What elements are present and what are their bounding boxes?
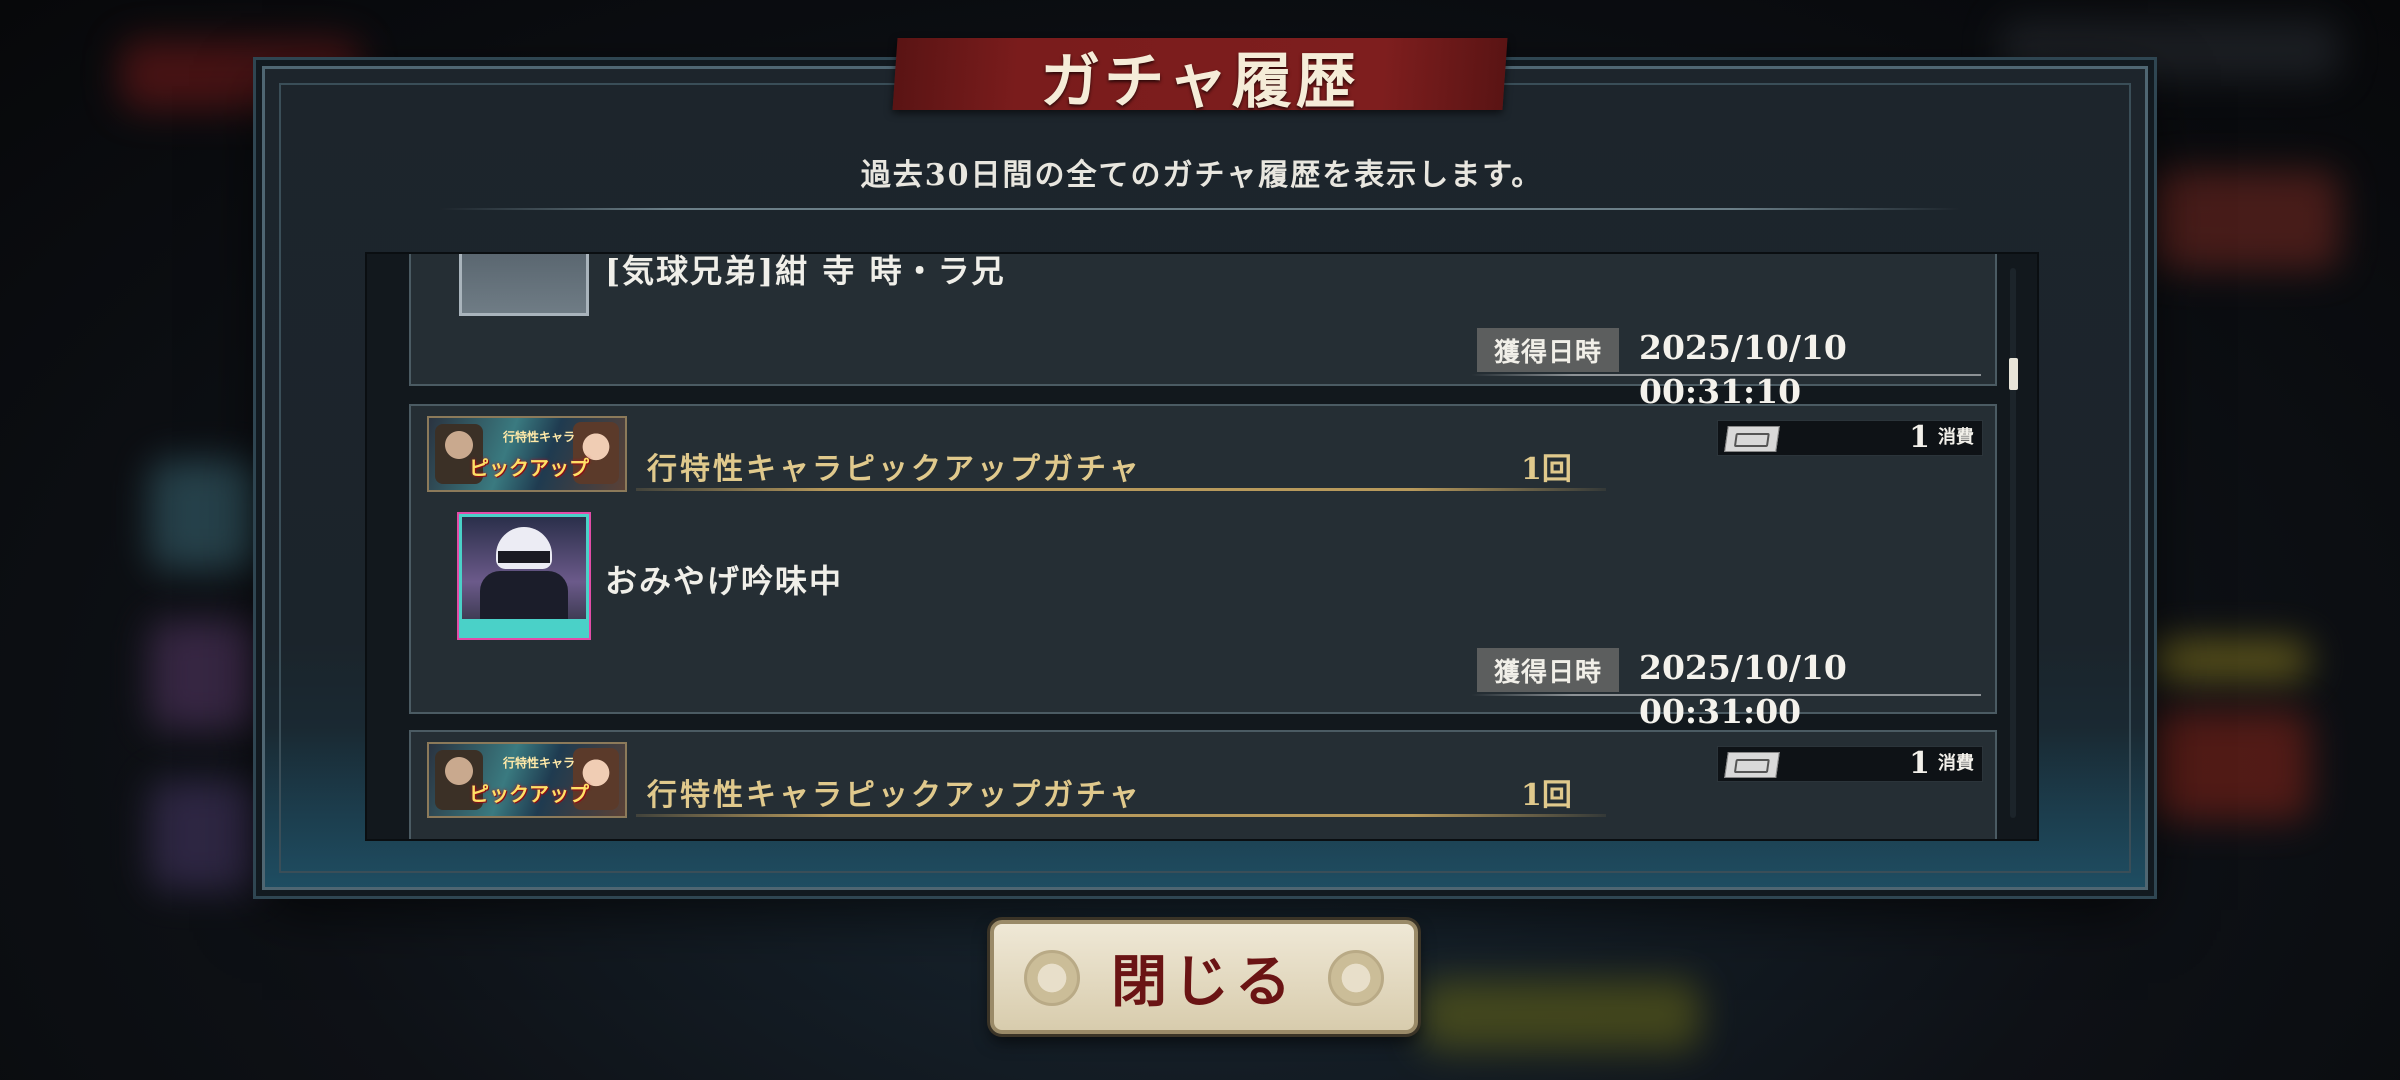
gacha-ticket-icon <box>1724 752 1780 778</box>
dialog-title: ガチャ履歴 <box>1040 46 1360 117</box>
gacha-banner-image: 行特性キャラ ピックアップ <box>427 416 627 492</box>
gacha-name: 行特性キャラピックアップガチャ <box>647 452 1142 487</box>
gacha-name: 行特性キャラピックアップガチャ <box>647 778 1142 813</box>
history-record: 行特性キャラ ピックアップ 行特性キャラピックアップガチャ 1回 1 消費 <box>409 730 1997 839</box>
banner-big-text: ピックアップ <box>469 782 589 806</box>
item-name: [気球兄弟]紺 寺 時・ラ兄 <box>605 252 1006 290</box>
dialog-subtitle: 過去30日間の全てのガチャ履歴を表示します。 <box>860 158 1544 193</box>
subtitle-divider <box>440 208 1960 210</box>
cost-label: 消費 <box>1938 427 1974 448</box>
date-underline <box>1471 374 1981 376</box>
gacha-underline <box>636 814 1606 817</box>
date-value: 2025/10/10 00:31:00 <box>1639 648 1847 731</box>
date-value: 2025/10/10 00:31:10 <box>1639 328 1847 411</box>
date-label: 獲得日時 <box>1477 648 1619 692</box>
item-thumbnail <box>459 254 589 316</box>
close-button-label: 閉じる <box>1111 948 1297 1015</box>
screen: ガチャ履歴 過去30日間の全てのガチャ履歴を表示します。 [気球兄弟]紺 寺 時… <box>0 0 2400 1080</box>
cost-box: 1 消費 <box>1717 420 1983 456</box>
cost-box: 1 消費 <box>1717 746 1983 782</box>
item-thumbnail <box>459 514 589 638</box>
gacha-count: 1回 <box>1521 452 1572 487</box>
cost-value: 1 <box>1909 420 1930 455</box>
cost-label: 消費 <box>1938 753 1974 774</box>
gacha-count: 1回 <box>1521 778 1572 813</box>
item-name: おみやげ吟味中 <box>605 562 844 600</box>
scrollbar-thumb[interactable] <box>2009 358 2018 390</box>
history-record: [気球兄弟]紺 寺 時・ラ兄 獲得日時 2025/10/10 00:31:10 <box>409 252 1997 411</box>
date-underline <box>1471 694 1981 696</box>
date-label: 獲得日時 <box>1477 328 1619 372</box>
history-record: 行特性キャラ ピックアップ 行特性キャラピックアップガチャ 1回 1 消費 おみ… <box>409 404 1997 731</box>
banner-big-text: ピックアップ <box>469 456 589 480</box>
history-list[interactable]: [気球兄弟]紺 寺 時・ラ兄 獲得日時 2025/10/10 00:31:10 … <box>365 252 2039 841</box>
gacha-banner-image: 行特性キャラ ピックアップ <box>427 742 627 818</box>
gacha-underline <box>636 488 1606 491</box>
close-button[interactable]: 閉じる <box>990 920 1418 1034</box>
cost-value: 1 <box>1909 746 1930 781</box>
banner-small-text: 行特性キャラ <box>502 430 575 444</box>
banner-small-text: 行特性キャラ <box>502 756 575 770</box>
scrollbar-track[interactable] <box>2010 268 2016 818</box>
gacha-ticket-icon <box>1724 426 1780 452</box>
